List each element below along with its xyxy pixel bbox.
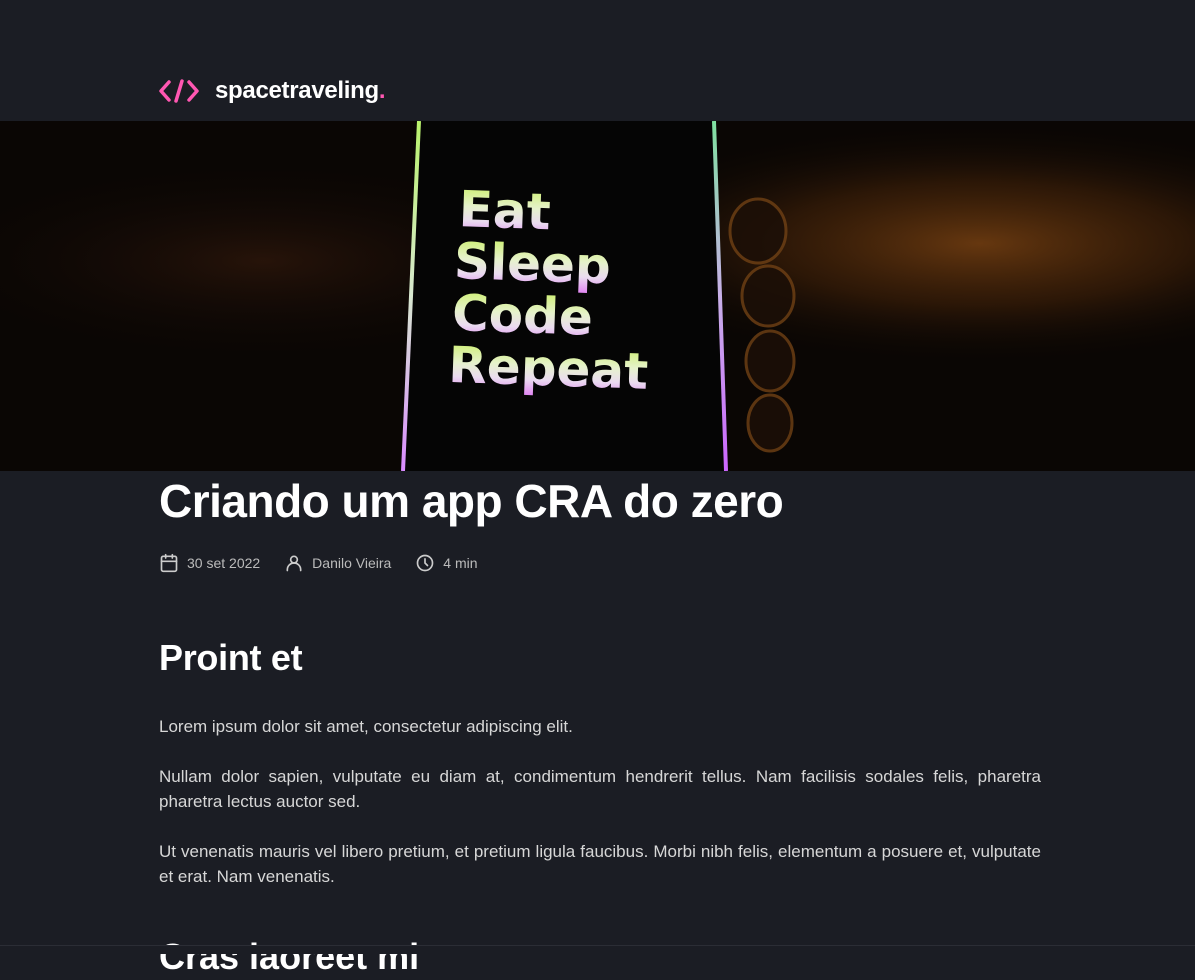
post-author-text: Danilo Vieira [312,555,392,571]
calendar-icon [160,553,178,573]
post-date: 30 set 2022 [159,553,260,573]
post-author: Danilo Vieira [284,553,391,573]
post-article: Criando um app CRA do zero 30 set 2022 D… [159,471,1041,980]
brand-dot: . [378,77,386,104]
section-heading: Proint et [159,637,303,678]
post-date-text: 30 set 2022 [187,555,261,571]
post-banner-image: Eat Sleep Code Repeat [0,121,1195,471]
brand-logo-link[interactable]: spacetraveling. [159,77,386,105]
post-title: Criando um app CRA do zero [159,475,784,527]
user-icon [286,555,302,572]
brand-name: spacetraveling [215,77,379,104]
post-meta: 30 set 2022 Danilo Vieira 4 min [159,551,1041,575]
clock-icon [416,554,434,572]
section-heading: Cras laoreet mi [159,936,420,977]
site-header: spacetraveling. [0,0,1195,121]
code-brackets-icon [159,79,199,103]
post-reading-time-text: 4 min [443,555,478,571]
section-paragraph: Lorem ipsum dolor sit amet, consectetur … [159,717,573,736]
section-paragraph: Nullam dolor sapien, vulputate eu diam a… [159,767,1041,811]
banner-line-4: Repeat [447,336,649,401]
section-paragraph: Ut venenatis mauris vel libero pretium, … [159,842,1041,886]
post-reading-time: 4 min [415,553,478,573]
